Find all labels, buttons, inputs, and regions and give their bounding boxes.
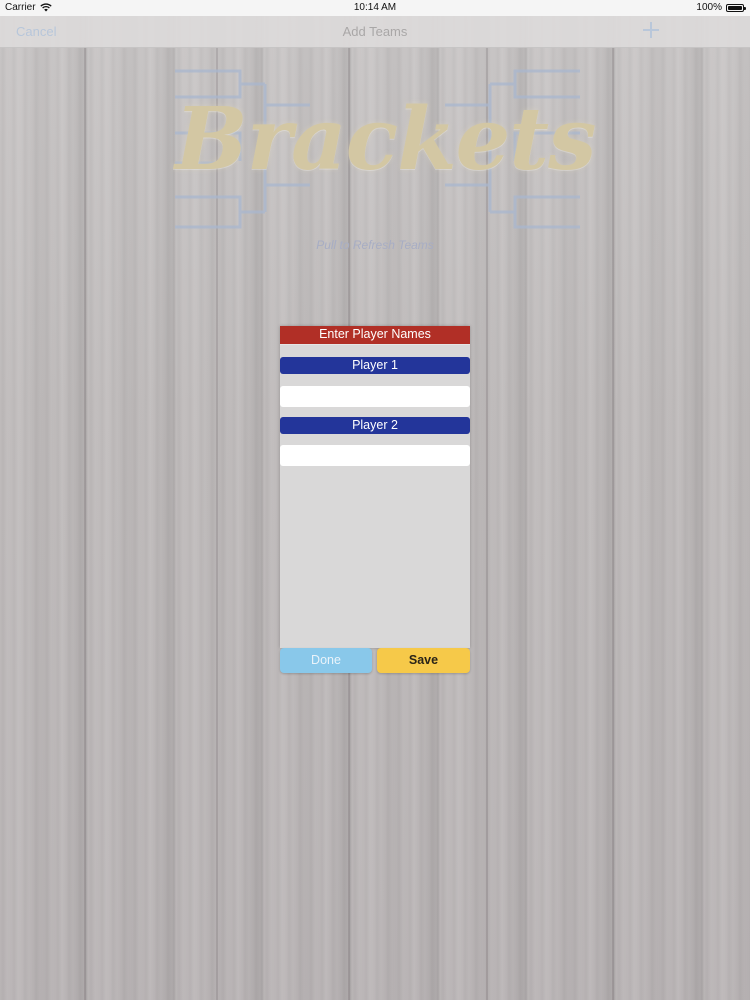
panel-header: Enter Player Names <box>280 326 470 345</box>
player-2-label: Player 2 <box>280 417 470 434</box>
status-time: 10:14 AM <box>353 2 397 13</box>
status-bar: Carrier 10:14 AM 100% <box>0 0 750 16</box>
pull-to-refresh-hint: Pull to Refresh Teams <box>316 238 434 252</box>
player-1-label: Player 1 <box>280 357 470 374</box>
status-battery: 100% <box>696 2 746 13</box>
nav-title: Add Teams <box>342 24 408 39</box>
plus-icon[interactable] <box>643 22 659 38</box>
battery-percent: 100% <box>696 2 722 13</box>
plank-seam <box>612 47 614 1000</box>
done-button[interactable]: Done <box>280 648 372 673</box>
navigation-bar: Cancel Add Teams <box>0 16 750 48</box>
save-button[interactable]: Save <box>377 648 470 673</box>
plank-seam <box>84 47 86 1000</box>
logo-text: Brackets <box>175 89 597 190</box>
brackets-logo: Brackets <box>175 65 597 235</box>
player-names-panel: Enter Player Names Player 1 Player 2 <box>280 326 470 648</box>
battery-icon <box>726 3 746 12</box>
player-2-input[interactable] <box>280 445 470 466</box>
player-1-input[interactable] <box>280 386 470 407</box>
